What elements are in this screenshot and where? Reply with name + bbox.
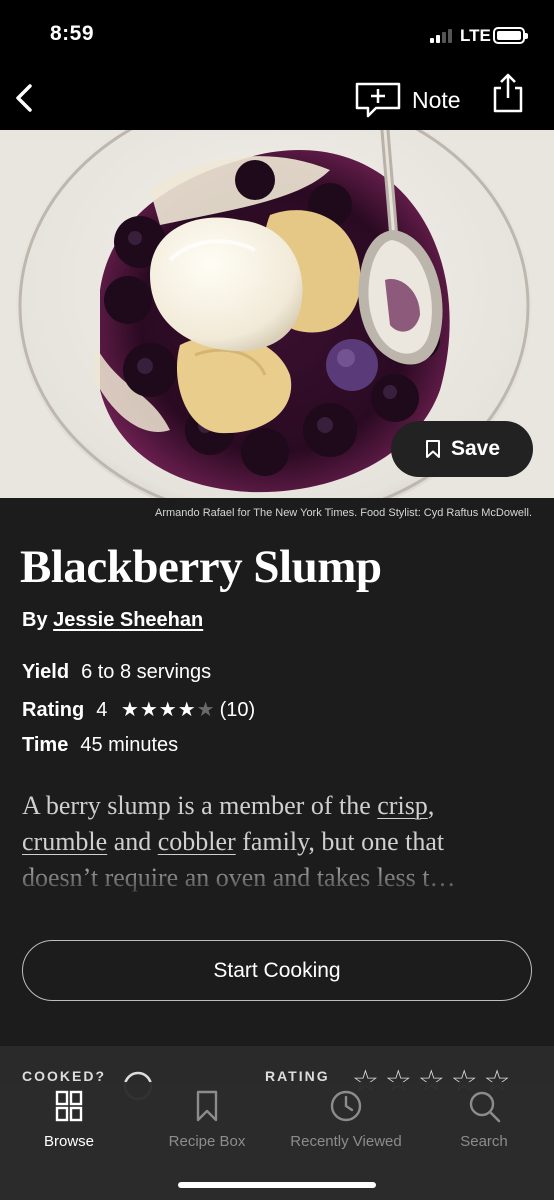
star-icon: ★ bbox=[139, 699, 159, 721]
tab-label: Search bbox=[460, 1133, 508, 1150]
byline-prefix: By bbox=[22, 609, 48, 631]
recipe-title: Blackberry Slump bbox=[20, 541, 382, 593]
crumble-link[interactable]: crumble bbox=[22, 827, 107, 856]
signal-strength-icon bbox=[430, 29, 456, 43]
yield-value: 6 to 8 servings bbox=[81, 661, 212, 683]
author-link[interactable]: Jessie Sheehan bbox=[53, 609, 203, 631]
star-icon: ★ bbox=[158, 699, 178, 721]
status-bar: 8:59 LTE bbox=[0, 0, 554, 68]
save-label: Save bbox=[451, 437, 501, 460]
share-button[interactable] bbox=[490, 71, 526, 115]
tab-label: Recipe Box bbox=[168, 1133, 246, 1150]
description-text: and bbox=[107, 827, 158, 856]
nav-bar: Note bbox=[0, 68, 554, 130]
time-value: 45 minutes bbox=[80, 734, 179, 756]
grid-icon bbox=[55, 1090, 83, 1122]
tab-browse[interactable]: Browse bbox=[24, 1082, 114, 1162]
battery-icon bbox=[493, 27, 528, 44]
tab-label: Browse bbox=[43, 1133, 95, 1150]
rating-count: (10) bbox=[219, 699, 256, 721]
back-button[interactable] bbox=[8, 78, 44, 118]
description-text: A berry slump is a member of the bbox=[22, 791, 378, 820]
tab-recently-viewed[interactable]: Recently Viewed bbox=[281, 1082, 411, 1162]
star-empty-icon: ★ bbox=[196, 699, 216, 721]
search-icon bbox=[469, 1091, 501, 1123]
star-icon: ★ bbox=[120, 699, 140, 721]
recipe-details: Armando Rafael for The New York Times. F… bbox=[0, 498, 554, 1046]
rating-row: Rating 4 ★★★★★ (10) bbox=[22, 697, 255, 722]
home-indicator[interactable] bbox=[178, 1182, 376, 1188]
tab-label: Recently Viewed bbox=[290, 1133, 402, 1150]
note-label: Note bbox=[412, 86, 461, 113]
rating-label: Rating bbox=[22, 699, 85, 721]
tab-recipe-box[interactable]: Recipe Box bbox=[157, 1082, 257, 1162]
photo-credit: Armando Rafael for The New York Times. F… bbox=[155, 507, 532, 519]
time-label: Time bbox=[22, 734, 69, 756]
cooked-rating-section: COOKED? RATING ☆☆☆☆☆ bbox=[0, 1046, 554, 1101]
rating-stars: ★★★★★ bbox=[121, 699, 216, 721]
rating-value: 4 bbox=[96, 699, 108, 721]
share-icon bbox=[493, 73, 523, 113]
start-cooking-button[interactable]: Start Cooking bbox=[22, 940, 532, 1001]
description-fade bbox=[0, 856, 554, 906]
yield-row: Yield 6 to 8 servings bbox=[22, 661, 211, 684]
description-text: , bbox=[427, 791, 435, 820]
star-icon: ★ bbox=[177, 699, 197, 721]
chevron-left-icon bbox=[16, 84, 32, 112]
yield-label: Yield bbox=[22, 661, 70, 683]
cobbler-link[interactable]: cobbler bbox=[158, 827, 236, 856]
bookmark-icon bbox=[426, 440, 440, 458]
save-button[interactable]: Save bbox=[391, 421, 533, 477]
network-type: LTE bbox=[460, 26, 491, 45]
add-note-icon bbox=[355, 82, 401, 118]
crisp-link[interactable]: crisp bbox=[377, 791, 428, 820]
note-button[interactable]: Note bbox=[354, 80, 461, 120]
status-time: 8:59 bbox=[50, 22, 95, 45]
bookmark-icon bbox=[196, 1090, 218, 1122]
tab-search[interactable]: Search bbox=[444, 1082, 524, 1162]
time-row: Time 45 minutes bbox=[22, 734, 178, 757]
clock-icon bbox=[330, 1090, 362, 1122]
byline: By Jessie Sheehan bbox=[22, 609, 203, 632]
